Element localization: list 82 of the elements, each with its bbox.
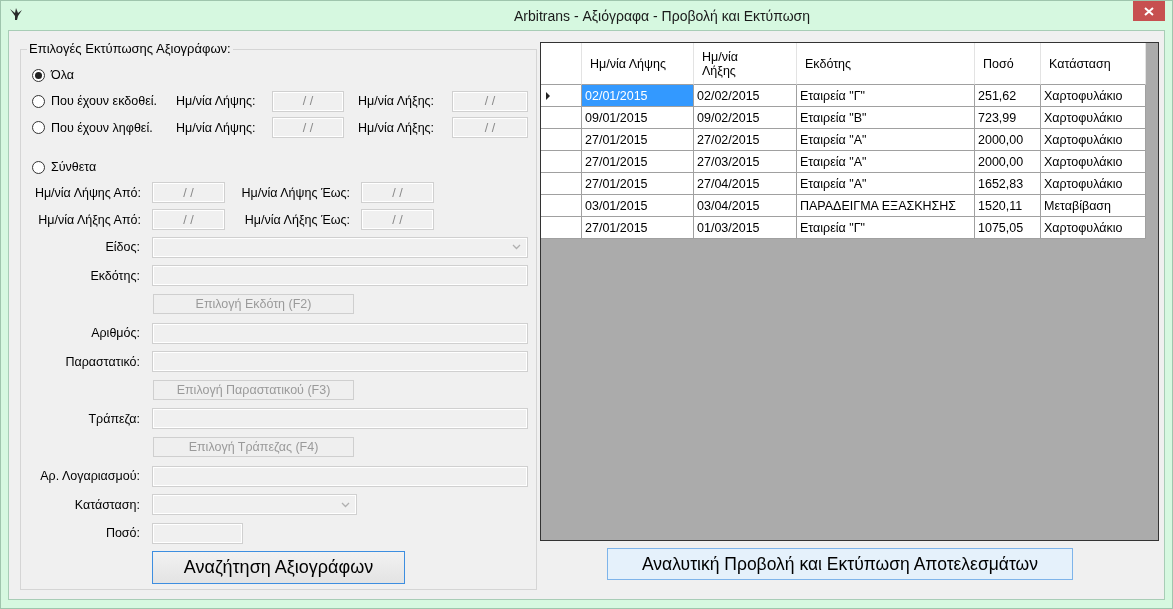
- table-cell: 1520,11: [975, 195, 1041, 217]
- field-label: Τράπεζα:: [87, 411, 140, 426]
- header-corner: [541, 43, 582, 85]
- field-label: Ημ/νία Λήξης:: [358, 120, 436, 135]
- table-cell: 27/04/2015: [694, 173, 797, 195]
- table-cell: Μεταβίβαση: [1041, 195, 1146, 217]
- table-cell: Εταιρεία "Α": [797, 151, 975, 173]
- field-label: Ποσό:: [104, 526, 140, 541]
- row-header[interactable]: [541, 173, 582, 195]
- window-title: Arbitrans - Αξιόγραφα - Προβολή και Εκτύπωση: [513, 7, 811, 26]
- radio-label[interactable]: Που έχουν εκδοθεί.: [51, 94, 157, 108]
- table-cell: 01/03/2015: [694, 217, 797, 239]
- field-label: Εκδότης:: [89, 268, 140, 283]
- table-cell: 2000,00: [975, 151, 1041, 173]
- field-label: Ημ/νία Λήψης Έως:: [240, 185, 350, 200]
- radio-label[interactable]: Όλα: [51, 68, 74, 82]
- table-cell: 03/04/2015: [694, 195, 797, 217]
- table-cell: 723,99: [975, 107, 1041, 129]
- field-label: Αριθμός:: [90, 326, 140, 341]
- table-cell: Χαρτοφυλάκιο: [1041, 129, 1146, 151]
- table-cell: Χαρτοφυλάκιο: [1041, 85, 1146, 107]
- table-cell: 27/01/2015: [582, 217, 694, 239]
- row-header[interactable]: [541, 107, 582, 129]
- radio-button[interactable]: [32, 94, 45, 108]
- table-cell: 02/01/2015: [582, 85, 694, 107]
- column-header[interactable]: Ποσό: [975, 43, 1041, 85]
- table-cell: Χαρτοφυλάκιο: [1041, 107, 1146, 129]
- field-label: Ημ/νία Λήξης:: [358, 94, 436, 108]
- table-cell: Εταιρεία "Α": [797, 173, 975, 195]
- radio-button[interactable]: [32, 68, 45, 82]
- table-cell: 27/02/2015: [694, 129, 797, 151]
- radio-label[interactable]: Που έχουν ληφθεί.: [51, 120, 153, 135]
- field-label: Κατάσταση:: [73, 497, 140, 512]
- table-cell: 27/03/2015: [694, 151, 797, 173]
- radio-button[interactable]: [32, 160, 45, 174]
- table-cell: 2000,00: [975, 129, 1041, 151]
- field-label: Ημ/νία Λήψης:: [176, 94, 257, 108]
- field-label: Ημ/νία Λήξης Έως:: [243, 212, 350, 227]
- column-header[interactable]: Εκδότης: [797, 43, 975, 85]
- table-cell: 02/02/2015: [694, 85, 797, 107]
- table-cell: 27/01/2015: [582, 129, 694, 151]
- table-cell: 09/02/2015: [694, 107, 797, 129]
- field-label: Ημ/νία Λήξης Από:: [37, 212, 141, 227]
- table-cell: 27/01/2015: [582, 173, 694, 195]
- table-cell: Εταιρεία "Β": [797, 107, 975, 129]
- table-cell: Εταιρεία "Γ": [797, 217, 975, 239]
- table-cell: 1652,83: [975, 173, 1041, 195]
- row-header[interactable]: [541, 217, 582, 239]
- field-label: Ημ/νία Λήψης:: [176, 120, 257, 135]
- column-header[interactable]: Ημ/νία Λήψης: [582, 43, 694, 85]
- table-cell: Χαρτοφυλάκιο: [1041, 217, 1146, 239]
- bird-icon: [9, 7, 23, 21]
- radio-button[interactable]: [32, 121, 45, 134]
- group-title: Επιλογές Εκτύπωσης Αξιογράφων:: [27, 41, 233, 56]
- table-cell: 27/01/2015: [582, 151, 694, 173]
- radio-label[interactable]: Σύνθετα: [51, 160, 97, 174]
- table-cell: 251,62: [975, 85, 1041, 107]
- table-cell: 1075,05: [975, 217, 1041, 239]
- close-icon: [1144, 6, 1154, 16]
- field-label: Αρ. Λογαριασμού:: [39, 469, 140, 484]
- column-header[interactable]: Κατάσταση: [1041, 43, 1146, 85]
- table-cell: Χαρτοφυλάκιο: [1041, 173, 1146, 195]
- chevron-down-icon: [341, 501, 350, 508]
- table-cell: Εταιρεία "Α": [797, 129, 975, 151]
- row-header[interactable]: [541, 85, 582, 107]
- chevron-down-icon: [512, 244, 521, 251]
- field-label: Ημ/νία Λήψης Από:: [33, 185, 141, 200]
- table-cell: Χαρτοφυλάκιο: [1041, 151, 1146, 173]
- row-header[interactable]: [541, 129, 582, 151]
- row-pointer-icon: [546, 91, 550, 100]
- column-header[interactable]: Ημ/νία Λήξης: [694, 43, 797, 85]
- close-button[interactable]: [1133, 1, 1165, 21]
- table-cell: Εταιρεία "Γ": [797, 85, 975, 107]
- search-button[interactable]: Αναζήτηση Αξιογράφων: [152, 550, 405, 584]
- table-cell: ΠΑΡΑΔΕΙΓΜΑ ΕΞΑΣΚΗΣΗΣ: [797, 195, 975, 217]
- row-header[interactable]: [541, 151, 582, 173]
- table-cell: 03/01/2015: [582, 195, 694, 217]
- field-label: Είδος:: [104, 240, 140, 255]
- details-button[interactable]: Αναλυτική Προβολή και Εκτύπωση Αποτελεσμάτων: [607, 548, 1073, 580]
- row-header[interactable]: [541, 195, 582, 217]
- table-cell: 09/01/2015: [582, 107, 694, 129]
- field-label: Παραστατικό:: [64, 354, 140, 369]
